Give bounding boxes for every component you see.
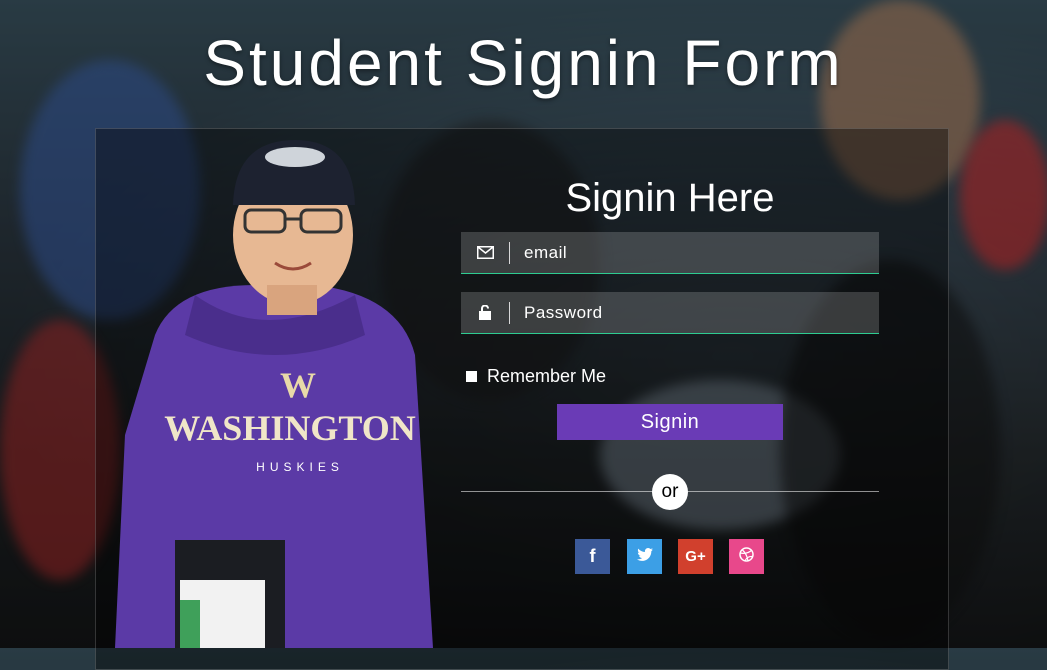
page-title: Student Signin Form [203,27,844,99]
email-input[interactable] [510,241,879,264]
email-field [461,232,879,274]
facebook-icon: f [589,546,596,566]
form-heading: Signin Here [565,176,775,220]
password-input[interactable] [510,301,879,324]
dribbble-button[interactable] [729,539,764,574]
twitter-button[interactable] [627,539,662,574]
remember-label: Remember Me [487,366,607,386]
svg-text:WASHINGTON: WASHINGTON [164,408,415,448]
dribbble-icon [739,546,754,567]
background-photo-blob [960,120,1047,270]
remember-checkbox[interactable] [466,371,477,382]
remember-me[interactable]: Remember Me [466,366,606,387]
field-separator [509,301,510,324]
google-plus-icon: G+ [685,548,706,565]
unlock-icon [461,305,509,320]
svg-text:HUSKIES: HUSKIES [256,460,344,474]
facebook-button[interactable]: f [575,539,610,574]
student-photo: W WASHINGTON HUSKIES [115,140,433,648]
envelope-icon [461,246,509,259]
signin-button[interactable]: Signin [557,404,783,440]
google-plus-button[interactable]: G+ [678,539,713,574]
twitter-icon [636,547,653,566]
field-separator [509,241,510,264]
svg-text:W: W [280,365,316,405]
password-field [461,292,879,334]
or-separator: or [652,474,688,510]
